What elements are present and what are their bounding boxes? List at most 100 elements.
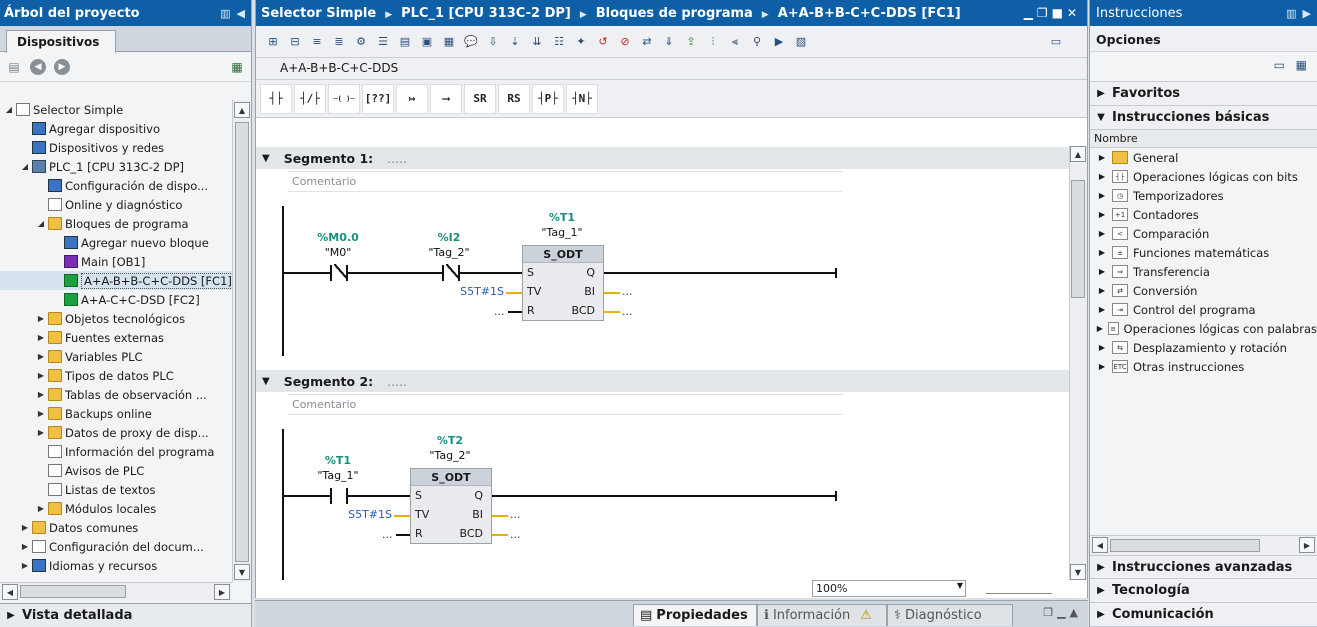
scroll-down-icon[interactable]: ▼: [1070, 564, 1086, 580]
collapse-right-icon[interactable]: ▶: [1303, 7, 1311, 20]
instruction-category[interactable]: ▶ ⇆ Desplazamiento y rotación: [1090, 338, 1317, 357]
instruction-category[interactable]: ▶ ◷ Temporizadores: [1090, 186, 1317, 205]
favorites-bar-icon[interactable]: ⇩: [484, 33, 502, 51]
inspector-window-controls[interactable]: ❐▁▲: [1043, 606, 1082, 619]
breadcrumb-item[interactable]: A+A-B+B-C+C-DDS [FC1]: [778, 6, 961, 21]
timer-1-r-value[interactable]: ...: [494, 305, 505, 318]
tree-item[interactable]: Agregar nuevo bloque: [0, 233, 232, 252]
network-2-comment[interactable]: Comentario: [288, 394, 843, 415]
timer-1-bcd-value[interactable]: ...: [622, 305, 633, 318]
tree-item[interactable]: ▶ Configuración del docum...: [0, 537, 232, 556]
tree-item[interactable]: ▶ Módulos locales: [0, 499, 232, 518]
timer-2-block[interactable]: S_ODT S Q TV BI R BCD: [410, 468, 492, 544]
network-1-header[interactable]: ▼ Segmento 1: .....: [256, 147, 1071, 169]
comment-toggle-icon[interactable]: 💬: [462, 33, 480, 51]
instructions-hscroll-thumb[interactable]: [1110, 539, 1260, 552]
compile-icon[interactable]: ⇪: [682, 33, 700, 51]
expand-right-icon[interactable]: ▶: [1096, 229, 1108, 238]
instruction-category[interactable]: ▶ +1 Contadores: [1090, 205, 1317, 224]
zoom-slider[interactable]: [986, 586, 1052, 594]
scroll-down-icon[interactable]: ▼: [234, 564, 250, 580]
contact-1-nc[interactable]: [330, 264, 348, 281]
contact-3-no[interactable]: [330, 488, 348, 504]
insert-network-icon[interactable]: ⊞: [264, 33, 282, 51]
tree-item[interactable]: A+A-B+B-C+C-DDS [FC1]: [0, 271, 232, 290]
tree-item[interactable]: ▶ Idiomas y recursos: [0, 556, 232, 575]
call-hierarchy-icon[interactable]: ↺: [594, 33, 612, 51]
no-contact-button[interactable]: ┤├: [260, 83, 292, 114]
expand-right-icon[interactable]: ▶: [1096, 172, 1108, 181]
timer-2-tv-value[interactable]: S5T#1S: [334, 508, 392, 521]
timer-2-bcd-value[interactable]: ...: [510, 528, 521, 541]
tree-item[interactable]: Main [OB1]: [0, 252, 232, 271]
chevron-right-icon[interactable]: ▶: [0, 610, 22, 621]
rs-flipflop-button[interactable]: RS: [498, 83, 530, 114]
expand-right-icon[interactable]: ▶: [1096, 324, 1104, 333]
tree-item[interactable]: Configuración de dispo...: [0, 176, 232, 195]
split-editor-icon[interactable]: ▭: [1047, 33, 1065, 51]
advanced-instructions-section[interactable]: ▶ Instrucciones avanzadas: [1090, 555, 1317, 579]
tree-item[interactable]: ◢ Bloques de programa: [0, 214, 232, 233]
delete-network-icon[interactable]: ⊟: [286, 33, 304, 51]
expand-right-icon[interactable]: ▶: [1096, 305, 1108, 314]
expand-right-icon[interactable]: ▶: [1096, 343, 1108, 352]
network-2-header[interactable]: ▼ Segmento 2: .....: [256, 370, 1071, 392]
expand-right-icon[interactable]: ▶: [1096, 153, 1108, 162]
timer-1-tv-value[interactable]: S5T#1S: [446, 285, 504, 298]
timer-2-bi-value[interactable]: ...: [510, 508, 521, 521]
monitor-off-icon[interactable]: ⊘: [616, 33, 634, 51]
tab-information[interactable]: ℹ Información ⚠: [757, 604, 887, 626]
maximize-icon[interactable]: ■: [1052, 6, 1067, 20]
highlight-icon[interactable]: ✦: [572, 33, 590, 51]
empty-box-button[interactable]: [??]: [362, 83, 394, 114]
tree-item[interactable]: ▶ Tablas de observación ...: [0, 385, 232, 404]
expand-right-icon[interactable]: ▶: [36, 371, 46, 380]
instruction-category[interactable]: ▶ ⇒ Transferencia: [1090, 262, 1317, 281]
tree-item[interactable]: Avisos de PLC: [0, 461, 232, 480]
tree-item[interactable]: Online y diagnóstico: [0, 195, 232, 214]
next-error-icon[interactable]: ⇊: [528, 33, 546, 51]
scroll-up-icon[interactable]: ▲: [1070, 146, 1086, 162]
timer-2-r-value[interactable]: ...: [382, 528, 393, 541]
instruction-category[interactable]: ▶ ┤├ Operaciones lógicas con bits: [1090, 167, 1317, 186]
view-list-icon[interactable]: ▭: [1274, 58, 1285, 72]
breadcrumb-item[interactable]: PLC_1 [CPU 313C-2 DP]: [401, 6, 571, 21]
watch-icon[interactable]: ⫷: [726, 33, 744, 51]
editor-scroll-thumb[interactable]: [1071, 180, 1085, 298]
append-row-icon[interactable]: ≣: [330, 33, 348, 51]
show-overview-icon[interactable]: ▦: [229, 59, 245, 75]
step-icon[interactable]: ⫶: [704, 33, 722, 51]
timer-1-bi-value[interactable]: ...: [622, 285, 633, 298]
chevron-down-icon[interactable]: ▼: [957, 581, 963, 590]
tree-item[interactable]: A+A-C+C-DSD [FC2]: [0, 290, 232, 309]
instruction-category[interactable]: ▶ ± Funciones matemáticas: [1090, 243, 1317, 262]
contact-2-address[interactable]: %I2: [419, 231, 479, 244]
expand-right-icon[interactable]: ▶: [20, 561, 30, 570]
collapse-left-icon[interactable]: ◀: [237, 7, 245, 20]
expand-right-icon[interactable]: ▶: [20, 523, 30, 532]
timer-1-address[interactable]: %T1: [532, 211, 592, 224]
contact-3-address[interactable]: %T1: [308, 454, 368, 467]
breakpoint-icon[interactable]: ⚲: [748, 33, 766, 51]
instruction-category[interactable]: ▶ ETC Otras instrucciones: [1090, 357, 1317, 376]
close-all-icon[interactable]: ▤: [396, 33, 414, 51]
close-icon[interactable]: ✕: [1067, 6, 1081, 20]
tab-devices[interactable]: Dispositivos: [6, 30, 116, 53]
tree-vertical-scrollbar[interactable]: ▲ ▼: [232, 100, 251, 582]
expand-right-icon[interactable]: ▶: [1096, 210, 1108, 219]
options-header[interactable]: Opciones: [1090, 26, 1317, 52]
network-comments-icon[interactable]: ▣: [418, 33, 436, 51]
monitor-on-icon[interactable]: ▶: [770, 33, 788, 51]
expand-right-icon[interactable]: ▶: [1096, 286, 1108, 295]
tree-item[interactable]: ▶ Backups online: [0, 404, 232, 423]
details-view-bar[interactable]: ▶ Vista detallada: [0, 603, 251, 627]
tab-properties[interactable]: ▤ Propiedades: [633, 604, 757, 626]
scroll-up-icon[interactable]: ▲: [234, 102, 250, 118]
expand-right-icon[interactable]: ▶: [1096, 191, 1108, 200]
go-to-error-icon[interactable]: ⇣: [506, 33, 524, 51]
instruction-category[interactable]: ▶ < Comparación: [1090, 224, 1317, 243]
tree-item[interactable]: ▶ Datos comunes: [0, 518, 232, 537]
instructions-hscrollbar[interactable]: ◀ ▶: [1090, 535, 1317, 555]
column-header-name[interactable]: Nombre: [1090, 130, 1317, 148]
contact-2-nc[interactable]: [442, 264, 460, 281]
